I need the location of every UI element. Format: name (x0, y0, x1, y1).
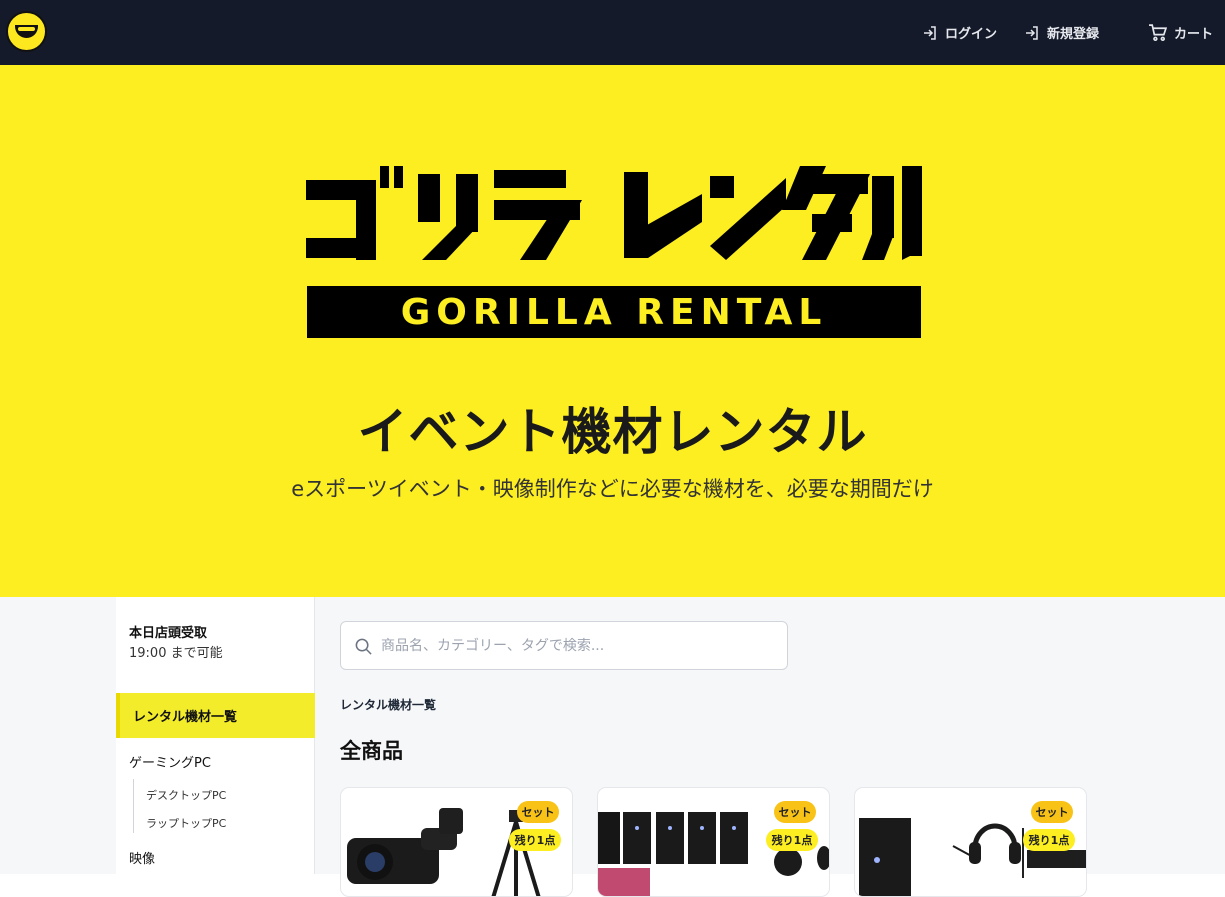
set-badge: セット (517, 801, 559, 823)
sidebar-item-rental-list[interactable]: レンタル機材一覧 (116, 693, 315, 738)
sidebar-item-gaming-pc[interactable]: ゲーミングPC (129, 752, 211, 771)
login-label: ログイン (945, 27, 998, 42)
product-card[interactable]: セット 残り1点 (340, 787, 573, 897)
register-link[interactable]: 新規登録 (1024, 0, 1099, 65)
product-card[interactable]: セット 残り1点 (854, 787, 1087, 897)
login-link[interactable]: ログイン (922, 0, 997, 65)
register-label: 新規登録 (1047, 27, 1100, 42)
cart-link[interactable]: カート (1148, 0, 1213, 65)
sidebar-tree-line (133, 779, 134, 833)
breadcrumb[interactable]: レンタル機材一覧 (340, 696, 436, 713)
register-icon (1026, 25, 1038, 40)
pickup-note: 19:00 まで可能 (129, 646, 223, 661)
stock-badge: 残り1点 (766, 829, 818, 851)
cart-label: カート (1174, 27, 1214, 42)
hero-title: イベント機材レンタル (357, 403, 868, 461)
product-card[interactable]: セット 残り1点 (597, 787, 830, 897)
pickup-title: 本日店頭受取 (129, 626, 208, 641)
sidebar-item-desktop-pc[interactable]: デスクトップPC (146, 787, 226, 803)
hero-subtitle: eスポーツイベント・映像制作などに必要な機材を、必要な期間だけ (291, 477, 934, 501)
section-title: 全商品 (340, 739, 403, 763)
sidebar-item-laptop-pc[interactable]: ラップトップPC (146, 815, 226, 831)
product-main: レンタル機材一覧 全商品 セット 残り1点 セッ (340, 597, 1225, 897)
set-badge: セット (1031, 801, 1073, 823)
login-icon (924, 25, 936, 40)
search-box[interactable] (340, 621, 788, 670)
brand-wordmark-jp (306, 166, 922, 260)
category-sidebar: 本日店頭受取 19:00 まで可能 レンタル機材一覧 ゲーミングPC デスクトッ… (116, 597, 315, 874)
top-navbar: ログイン 新規登録 カート (0, 0, 1225, 65)
search-icon (355, 638, 372, 655)
cart-icon (1149, 24, 1167, 42)
stock-badge: 残り1点 (1023, 829, 1075, 851)
content-area: 本日店頭受取 19:00 まで可能 レンタル機材一覧 ゲーミングPC デスクトッ… (0, 597, 1225, 897)
hero-banner: GORILLA RENTAL イベント機材レンタル eスポーツイベント・映像制作… (0, 65, 1225, 597)
sidebar-item-video[interactable]: 映像 (129, 848, 155, 867)
gorilla-logo-icon[interactable] (6, 11, 47, 52)
set-badge: セット (774, 801, 816, 823)
stock-badge: 残り1点 (509, 829, 561, 851)
brand-wordmark-en: GORILLA RENTAL (307, 286, 921, 338)
search-input[interactable] (381, 622, 781, 669)
brand-wordmark-jp-image (306, 166, 922, 260)
